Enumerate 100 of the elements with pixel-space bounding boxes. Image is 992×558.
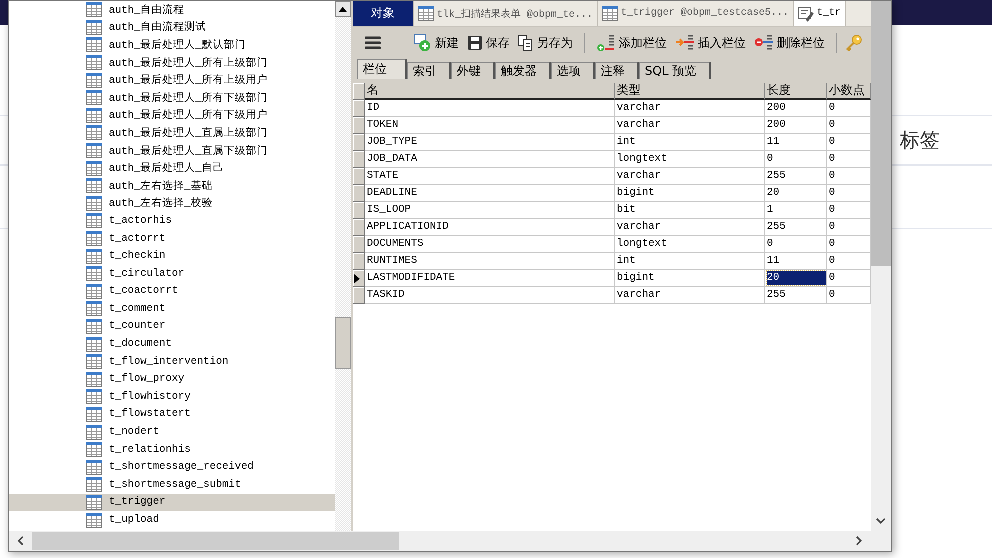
table-icon <box>86 125 102 140</box>
scrollbar-thumb[interactable] <box>871 1 891 266</box>
column-header[interactable]: 名 <box>365 83 615 100</box>
tree-item[interactable]: t_flow_intervention <box>9 352 335 370</box>
sub-tab[interactable]: 索引 <box>407 62 451 79</box>
tree-item[interactable]: t_document <box>9 335 335 353</box>
table-icon <box>86 213 102 228</box>
tree-item[interactable]: t_relationhis <box>9 440 335 458</box>
editor-tab[interactable]: t_tr <box>794 1 846 26</box>
table-icon <box>86 266 102 282</box>
table-icon <box>86 178 102 194</box>
table-icon <box>86 231 102 246</box>
editor-tab[interactable]: 对象 <box>353 1 414 26</box>
table-icon <box>86 494 102 510</box>
table-cell: int <box>617 136 636 148</box>
tree-item[interactable]: t_actorhis <box>9 212 335 230</box>
tree-item[interactable]: t_upload <box>9 511 335 529</box>
table-pencil-icon <box>798 6 814 22</box>
tree-item[interactable]: t_actorrt <box>9 230 335 248</box>
scroll-right-icon[interactable] <box>856 536 863 546</box>
sub-tab[interactable]: 触发器 <box>495 62 551 79</box>
scrollbar-thumb[interactable] <box>32 532 399 550</box>
table-cell: 255 <box>767 221 786 233</box>
scroll-up-button[interactable] <box>335 1 351 17</box>
table-cell: ID <box>367 102 380 114</box>
tree-item[interactable]: auth_自由流程 <box>9 1 335 19</box>
row-marker[interactable] <box>353 219 365 236</box>
tree-item[interactable]: t_trigger <box>9 494 335 512</box>
toolbar-button[interactable]: 另存为 <box>515 32 576 54</box>
table-icon <box>86 424 102 440</box>
column-header[interactable]: 类型 <box>615 83 765 100</box>
scrollbar-thumb[interactable] <box>335 317 351 369</box>
sub-tab[interactable]: SQL 预览 <box>639 62 711 79</box>
table-cell[interactable]: 20 <box>767 271 826 285</box>
scroll-down-icon[interactable] <box>876 518 886 525</box>
table-cell: TASKID <box>367 289 405 301</box>
tree-item[interactable]: auth_最后处理人_所有下级部门 <box>9 88 335 107</box>
tree-item[interactable]: t_flowhistory <box>9 388 335 406</box>
tree-item[interactable]: auth_最后处理人_所有下级用户 <box>9 106 335 124</box>
tree-item[interactable]: auth_最后处理人_直属上级部门 <box>9 124 335 142</box>
row-marker[interactable] <box>353 134 365 151</box>
sub-tab[interactable]: 注释 <box>595 62 639 79</box>
table-icon <box>602 6 618 21</box>
toolbar-button[interactable]: 新建 <box>411 32 462 54</box>
tree-item[interactable]: t_circulator <box>9 264 335 282</box>
row-marker[interactable] <box>353 236 365 253</box>
tree-item[interactable]: t_flowstatert <box>9 406 335 424</box>
table-icon <box>86 20 102 35</box>
tree-item[interactable]: t_counter <box>9 318 335 336</box>
editor-tab[interactable]: t_trigger @obpm_testcase5... <box>598 1 794 26</box>
tree-item[interactable]: t_shortmessage_submit <box>9 476 335 494</box>
tree-item[interactable]: t_nodert <box>9 423 335 441</box>
tree-item[interactable]: t_flow_proxy <box>9 370 335 388</box>
tree-item[interactable]: t_checkin <box>9 247 335 265</box>
row-marker[interactable] <box>353 100 365 117</box>
sub-tab[interactable]: 栏位 <box>357 59 407 79</box>
row-marker[interactable] <box>353 202 365 219</box>
tree-item[interactable]: auth_左右选择_校验 <box>9 194 335 212</box>
tree-item[interactable]: auth_自由流程测试 <box>9 18 335 36</box>
insert-field-icon <box>675 34 695 52</box>
tree-item[interactable]: auth_最后处理人_自己 <box>9 159 335 177</box>
row-marker[interactable] <box>353 253 365 270</box>
row-marker[interactable] <box>353 287 365 304</box>
table-icon <box>86 406 102 422</box>
table-cell: 0 <box>829 136 836 148</box>
sub-tab[interactable]: 外键 <box>451 62 495 79</box>
menu-icon[interactable] <box>365 36 381 50</box>
up-arrow-icon <box>339 6 347 12</box>
tree-item[interactable]: t_comment <box>9 300 335 318</box>
table-cell: IS_LOOP <box>367 204 412 216</box>
table-cell: varchar <box>617 221 662 233</box>
toolbar-button[interactable]: 保存 <box>464 32 513 54</box>
table-cell: 200 <box>767 102 786 114</box>
row-marker[interactable] <box>353 270 365 287</box>
table-cell: 11 <box>767 136 780 148</box>
tree-item[interactable]: auth_最后处理人_默认部门 <box>9 36 335 54</box>
toolbar-button[interactable]: 添加栏位 <box>593 32 670 54</box>
tree-item[interactable]: auth_最后处理人_所有上级部门 <box>9 54 335 72</box>
toolbar-button[interactable]: 删除栏位 <box>751 32 828 54</box>
editor-tab[interactable]: tlk_扫描结果表单 @obpm_te... <box>414 1 598 26</box>
row-marker[interactable] <box>353 185 365 202</box>
table-cell: 0 <box>767 238 774 250</box>
new-table-icon <box>414 34 432 52</box>
row-marker[interactable] <box>353 117 365 134</box>
tree-item[interactable]: auth_左右选择_基础 <box>9 176 335 195</box>
sub-tab[interactable]: 选项 <box>551 62 595 79</box>
tree-item[interactable]: auth_最后处理人_直属下级部门 <box>9 142 335 160</box>
tree-item[interactable]: auth_最后处理人_所有上级用户 <box>9 71 335 89</box>
table-cell: 0 <box>829 153 836 165</box>
toolbar-button[interactable]: 插入栏位 <box>672 32 749 54</box>
tree-item[interactable]: t_coactorrt <box>9 282 335 300</box>
row-marker[interactable] <box>353 168 365 185</box>
table-cell: 0 <box>829 238 836 250</box>
column-header[interactable]: 长度 <box>765 83 827 100</box>
tree-item[interactable]: t_shortmessage_received <box>9 458 335 476</box>
table-icon <box>86 143 102 158</box>
table-cell: varchar <box>617 102 662 114</box>
scroll-left-icon[interactable] <box>17 536 24 546</box>
column-header[interactable]: 小数点 <box>827 83 871 100</box>
row-marker[interactable] <box>353 151 365 168</box>
